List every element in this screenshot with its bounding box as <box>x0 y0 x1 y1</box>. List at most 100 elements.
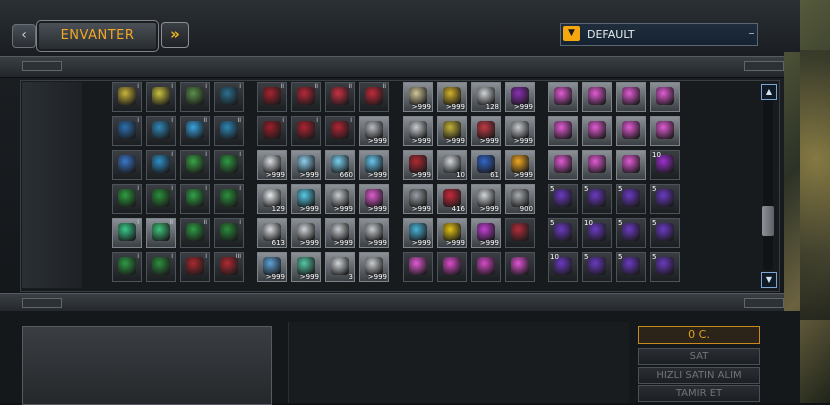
inventory-slot[interactable]: 5 <box>650 184 680 214</box>
inventory-slot[interactable]: I <box>112 252 142 282</box>
inventory-slot[interactable]: I <box>180 82 210 112</box>
inventory-slot[interactable]: >999 <box>437 116 467 146</box>
inventory-slot[interactable]: III <box>214 252 244 282</box>
tab-envanter[interactable]: ENVANTER <box>36 20 159 52</box>
inventory-slot[interactable]: I <box>214 184 244 214</box>
inventory-slot[interactable] <box>582 82 612 112</box>
inventory-slot[interactable] <box>437 252 467 282</box>
inventory-slot[interactable]: >999 <box>403 218 433 248</box>
sell-button[interactable]: SAT <box>638 348 760 365</box>
inventory-slot[interactable]: >999 <box>437 82 467 112</box>
sort-dropdown[interactable]: ▼ DEFAULT <box>560 23 758 46</box>
inventory-slot[interactable]: 5 <box>616 218 646 248</box>
inventory-slot[interactable]: 129 <box>257 184 287 214</box>
inventory-slot[interactable]: 5 <box>548 184 578 214</box>
inventory-slot[interactable] <box>616 116 646 146</box>
inventory-slot[interactable]: I <box>146 150 176 180</box>
inventory-slot[interactable]: >999 <box>403 116 433 146</box>
inventory-slot[interactable]: I <box>112 184 142 214</box>
inventory-slot[interactable]: 128 <box>471 82 501 112</box>
inventory-slot[interactable]: >999 <box>471 116 501 146</box>
inventory-slot[interactable]: I <box>325 116 355 146</box>
inventory-slot[interactable] <box>582 116 612 146</box>
inventory-slot[interactable] <box>505 252 535 282</box>
inventory-slot[interactable]: >999 <box>505 150 535 180</box>
inventory-slot[interactable]: 10 <box>650 150 680 180</box>
inventory-slot[interactable]: II <box>257 82 287 112</box>
inventory-slot[interactable]: I <box>214 218 244 248</box>
inventory-slot[interactable]: I <box>112 82 142 112</box>
scroll-up-button[interactable]: ▲ <box>761 84 777 100</box>
inventory-slot[interactable]: I <box>180 252 210 282</box>
inventory-slot[interactable]: 416 <box>437 184 467 214</box>
inventory-slot[interactable]: >999 <box>359 116 389 146</box>
repair-button[interactable]: TAMIR ET <box>638 385 760 402</box>
inventory-slot[interactable]: 5 <box>582 184 612 214</box>
inventory-slot[interactable] <box>548 82 578 112</box>
inventory-slot[interactable]: I <box>112 116 142 146</box>
inventory-slot[interactable] <box>403 252 433 282</box>
inventory-slot[interactable]: I <box>112 218 142 248</box>
inventory-slot[interactable]: >999 <box>359 218 389 248</box>
inventory-slot[interactable]: I <box>180 184 210 214</box>
inventory-slot[interactable]: 5 <box>616 184 646 214</box>
inventory-slot[interactable]: 660 <box>325 150 355 180</box>
scroll-track[interactable] <box>763 100 773 270</box>
inventory-slot[interactable]: >999 <box>403 150 433 180</box>
inventory-slot[interactable]: 61 <box>471 150 501 180</box>
inventory-slot[interactable]: I <box>214 82 244 112</box>
inventory-slot[interactable]: >999 <box>505 82 535 112</box>
inventory-slot[interactable]: II <box>214 116 244 146</box>
scroll-down-button[interactable]: ▼ <box>761 272 777 288</box>
inventory-slot[interactable]: 5 <box>650 218 680 248</box>
inventory-slot[interactable]: 10 <box>437 150 467 180</box>
inventory-slot[interactable] <box>650 82 680 112</box>
inventory-slot[interactable] <box>548 116 578 146</box>
inventory-slot[interactable]: I <box>257 116 287 146</box>
inventory-slot[interactable]: 10 <box>582 218 612 248</box>
inventory-slot[interactable]: >999 <box>291 218 321 248</box>
inventory-slot[interactable]: >999 <box>291 252 321 282</box>
inventory-slot[interactable] <box>616 82 646 112</box>
inventory-slot[interactable] <box>548 150 578 180</box>
inventory-slot[interactable] <box>505 218 535 248</box>
inventory-slot[interactable]: I <box>291 116 321 146</box>
inventory-slot[interactable]: >999 <box>359 184 389 214</box>
inventory-slot[interactable]: >999 <box>403 82 433 112</box>
forward-button[interactable]: » <box>161 22 189 48</box>
inventory-slot[interactable]: II <box>180 218 210 248</box>
inventory-slot[interactable]: 5 <box>650 252 680 282</box>
inventory-slot[interactable]: >999 <box>291 184 321 214</box>
inventory-slot[interactable]: >999 <box>325 184 355 214</box>
inventory-slot[interactable] <box>471 252 501 282</box>
inventory-slot[interactable]: II <box>359 82 389 112</box>
inventory-slot[interactable]: >999 <box>257 150 287 180</box>
inventory-slot[interactable]: 613 <box>257 218 287 248</box>
quick-buy-button[interactable]: HIZLI SATIN ALIM <box>638 367 760 384</box>
scroll-thumb[interactable] <box>762 206 774 236</box>
inventory-slot[interactable]: I <box>180 150 210 180</box>
inventory-slot[interactable]: >999 <box>505 116 535 146</box>
inventory-slot[interactable]: >999 <box>471 218 501 248</box>
inventory-slot[interactable]: 5 <box>548 218 578 248</box>
inventory-slot[interactable] <box>650 116 680 146</box>
inventory-slot[interactable]: >999 <box>257 252 287 282</box>
inventory-slot[interactable]: II <box>146 218 176 248</box>
inventory-slot[interactable]: II <box>325 82 355 112</box>
inventory-slot[interactable] <box>112 150 142 180</box>
inventory-slot[interactable]: >999 <box>325 218 355 248</box>
inventory-slot[interactable]: II <box>180 116 210 146</box>
inventory-slot[interactable]: 5 <box>582 252 612 282</box>
inventory-slot[interactable]: >999 <box>437 218 467 248</box>
inventory-slot[interactable]: >999 <box>403 184 433 214</box>
inventory-slot[interactable]: II <box>291 82 321 112</box>
inventory-slot[interactable]: >999 <box>359 150 389 180</box>
inventory-slot[interactable]: 3 <box>325 252 355 282</box>
inventory-slot[interactable]: >999 <box>359 252 389 282</box>
inventory-slot[interactable]: 10 <box>548 252 578 282</box>
inventory-slot[interactable]: I <box>214 150 244 180</box>
inventory-slot[interactable]: I <box>146 252 176 282</box>
inventory-slot[interactable]: 5 <box>616 252 646 282</box>
inventory-slot[interactable] <box>616 150 646 180</box>
inventory-slot[interactable]: I <box>146 184 176 214</box>
